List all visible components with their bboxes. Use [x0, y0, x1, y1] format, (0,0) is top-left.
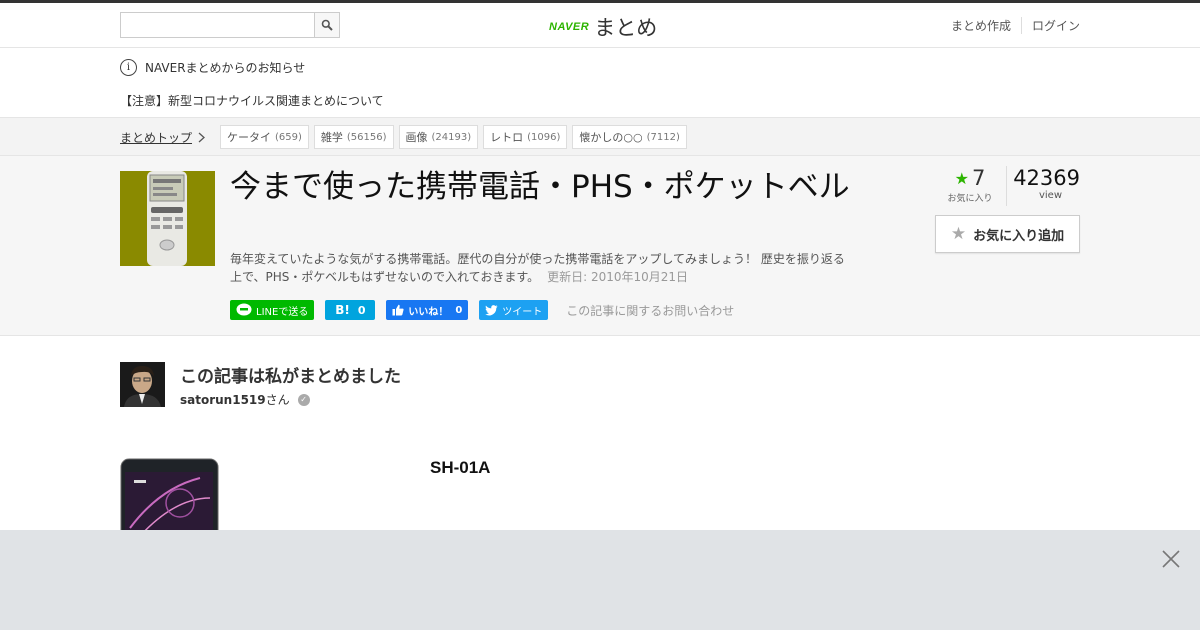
breadcrumb-home-link[interactable]: まとめトップ [120, 129, 205, 146]
article-updated-date: 更新日: 2010年10月21日 [547, 270, 689, 284]
author-heading: この記事は私がまとめました [180, 367, 401, 387]
twitter-bird-icon [485, 304, 498, 316]
logo-naver-text: NAVER [549, 21, 590, 33]
line-share-label: LINEで送る [256, 306, 309, 318]
hatena-count: 0 [357, 303, 366, 317]
info-icon: i [120, 59, 137, 76]
social-share-bar: LINEで送る B! 0 いいね！ 0 ツイート この記事に関するお問い合わせ [230, 300, 734, 320]
facebook-like-button[interactable]: いいね！ 0 [386, 300, 469, 320]
thumbs-up-icon [392, 304, 404, 316]
favorites-count: 7 [971, 166, 986, 190]
line-share-button[interactable]: LINEで送る [230, 300, 315, 320]
views-stat: 42369 view [1006, 166, 1080, 206]
notice-message-link[interactable]: 【注意】新型コロナウイルス関連まとめについて [120, 92, 384, 109]
ad-overlay [0, 530, 1200, 630]
tag-count: (659) [275, 131, 302, 143]
chevron-right-icon [198, 132, 205, 143]
facebook-like-label: いいね！ [408, 306, 449, 318]
site-logo[interactable]: NAVER まとめ [549, 12, 657, 42]
tag-label: レトロ [490, 131, 524, 144]
item-image[interactable] [120, 458, 220, 538]
tag-gazou[interactable]: 画像 (24193) [398, 125, 479, 149]
tag-keitai[interactable]: ケータイ (659) [220, 125, 309, 149]
tag-count: (1096) [527, 131, 561, 143]
views-count: 42369 [1013, 166, 1080, 190]
tag-label: ケータイ [227, 131, 271, 144]
twitter-tweet-button[interactable]: ツイート [479, 300, 549, 320]
add-favorite-button[interactable]: ★ お気に入り追加 [935, 215, 1080, 253]
search-button[interactable] [314, 13, 339, 37]
tag-retro[interactable]: レトロ (1096) [483, 125, 568, 149]
tag-count: (56156) [346, 131, 387, 143]
add-favorite-label: お気に入り追加 [973, 228, 1065, 244]
author-section: この記事は私がまとめました satorun1519 さん ✓ [120, 362, 720, 412]
search-input[interactable] [121, 13, 315, 37]
author-name-link[interactable]: satorun1519 [180, 393, 266, 407]
author-suffix: さん [265, 393, 290, 407]
facebook-like-count: 0 [455, 304, 463, 316]
notice-heading-row: i NAVERまとめからのお知らせ [120, 59, 305, 76]
article-description: 毎年変えていたような気がする携帯電話。歴代の自分が使った携帯電話をアップしてみま… [230, 250, 850, 286]
search-box [120, 12, 340, 38]
tag-label: 懐かしの○○ [579, 131, 643, 144]
search-icon [321, 19, 333, 31]
phone-thumbnail-image [120, 171, 215, 266]
article-header: 今まで使った携帯電話・PHS・ポケットベル 毎年変えていたような気がする携帯電話… [0, 156, 1200, 336]
line-icon [236, 303, 252, 316]
check-icon: ✓ [297, 393, 310, 406]
favorites-count-row: ★ 7 [935, 166, 1005, 190]
tag-count: (24193) [431, 131, 472, 143]
tag-natsukashi[interactable]: 懐かしの○○ (7112) [572, 125, 687, 149]
notice-heading: NAVERまとめからのお知らせ [145, 61, 306, 75]
tag-label: 画像 [405, 131, 428, 144]
views-label: view [1038, 190, 1063, 201]
tag-count: (7112) [646, 131, 680, 143]
article-contact-link[interactable]: この記事に関するお問い合わせ [566, 302, 734, 319]
notice-section: i NAVERまとめからのお知らせ 【注意】新型コロナウイルス関連まとめについて [0, 48, 1200, 118]
breadcrumb-bar: まとめトップ ケータイ (659) 雑学 (56156) 画像 (24193) レトロ… [0, 118, 1200, 156]
article-thumbnail [120, 171, 215, 266]
tag-zatsugaku[interactable]: 雑学 (56156) [313, 125, 394, 149]
favorites-label: お気に入り [947, 194, 993, 204]
tag-list: ケータイ (659) 雑学 (56156) 画像 (24193) レトロ (1096) … [220, 125, 692, 149]
hatena-bookmark-button[interactable]: B! 0 [325, 300, 376, 320]
article-description-text: 毎年変えていたような気がする携帯電話。歴代の自分が使った携帯電話をアップしてみま… [230, 252, 845, 284]
site-header: NAVER まとめ まとめ作成 ログイン [0, 3, 1200, 48]
twitter-tweet-label: ツイート [502, 306, 543, 318]
hatena-icon: B! [335, 303, 350, 317]
phone-item-image [120, 458, 220, 538]
close-icon[interactable] [1160, 548, 1182, 570]
author-avatar[interactable] [120, 362, 165, 407]
login-link[interactable]: ログイン [1020, 17, 1080, 34]
author-name-row: satorun1519 さん ✓ [180, 391, 310, 408]
star-icon: ★ [954, 168, 969, 188]
star-outline-icon: ★ [950, 224, 967, 244]
tag-label: 雑学 [320, 131, 343, 144]
create-matome-link[interactable]: まとめ作成 [941, 17, 1021, 34]
header-links: まとめ作成 ログイン [941, 17, 1080, 34]
avatar-image [120, 362, 165, 407]
breadcrumb-home-label: まとめトップ [120, 131, 193, 145]
logo-matome-text: まとめ [594, 16, 658, 40]
item-title: SH-01A [430, 458, 491, 477]
favorites-stat: ★ 7 お気に入り [935, 166, 1005, 204]
article-title: 今まで使った携帯電話・PHS・ポケットベル [230, 169, 850, 205]
